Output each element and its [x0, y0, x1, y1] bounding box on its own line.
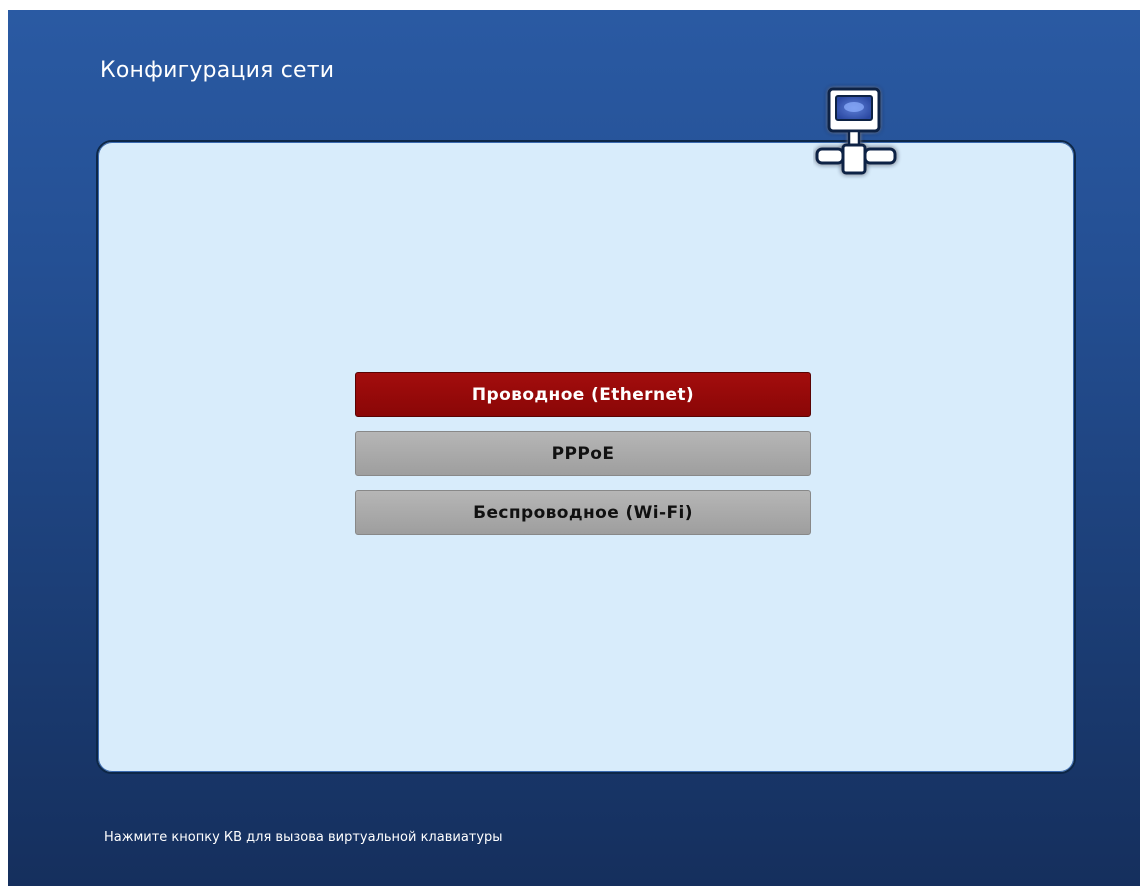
- menu-item-wifi[interactable]: Беспроводное (Wi-Fi): [355, 490, 811, 535]
- page-title: Конфигурация сети: [100, 58, 335, 83]
- menu-item-ethernet[interactable]: Проводное (Ethernet): [355, 372, 811, 417]
- menu-item-pppoe[interactable]: PPPoE: [355, 431, 811, 476]
- network-config-screen: Конфигурация сети Проводное (Ethernet) P…: [8, 10, 1140, 886]
- footer-hint: Нажмите кнопку КВ для вызова виртуальной…: [104, 830, 503, 845]
- connection-type-menu: Проводное (Ethernet) PPPoE Беспроводное …: [355, 372, 811, 549]
- network-computer-icon: [813, 83, 903, 183]
